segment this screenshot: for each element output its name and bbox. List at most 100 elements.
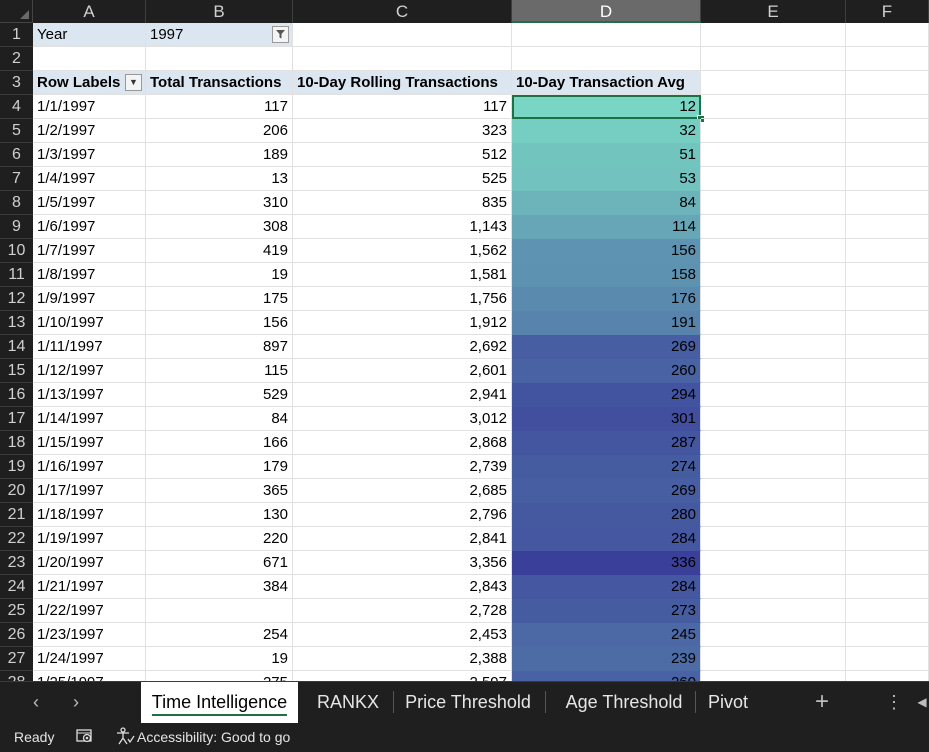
dropdown-icon[interactable]: ▼ — [125, 74, 142, 91]
total-transactions-cell[interactable]: 310 — [146, 191, 293, 215]
filter-label[interactable]: Year — [33, 23, 146, 47]
row-header[interactable]: 5 — [0, 119, 33, 143]
rolling-transactions-cell[interactable]: 525 — [293, 167, 512, 191]
empty-cell[interactable] — [293, 47, 512, 71]
empty-cell[interactable] — [701, 71, 846, 95]
row-label-date[interactable]: 1/24/1997 — [33, 647, 146, 671]
empty-cell[interactable] — [701, 455, 846, 479]
avg-transaction-cell[interactable]: 239 — [512, 647, 701, 671]
total-transactions-cell[interactable]: 175 — [146, 287, 293, 311]
total-transactions-cell[interactable]: 419 — [146, 239, 293, 263]
empty-cell[interactable] — [701, 191, 846, 215]
empty-cell[interactable] — [846, 263, 929, 287]
total-transactions-cell[interactable]: 529 — [146, 383, 293, 407]
rolling-transactions-cell[interactable]: 1,581 — [293, 263, 512, 287]
row-label-date[interactable]: 1/1/1997 — [33, 95, 146, 119]
empty-cell[interactable] — [846, 143, 929, 167]
plus-icon[interactable]: + — [812, 690, 832, 714]
empty-cell[interactable] — [846, 23, 929, 47]
column-header-b[interactable]: B — [146, 0, 293, 23]
rolling-transactions-cell[interactable]: 117 — [293, 95, 512, 119]
empty-cell[interactable] — [701, 23, 846, 47]
empty-cell[interactable] — [846, 239, 929, 263]
chevron-right-icon[interactable]: › — [66, 690, 86, 714]
pivot-header-avg[interactable]: 10-Day Transaction Avg — [512, 71, 701, 95]
row-header[interactable]: 3 — [0, 71, 33, 95]
row-label-date[interactable]: 1/8/1997 — [33, 263, 146, 287]
empty-cell[interactable] — [701, 383, 846, 407]
empty-cell[interactable] — [846, 479, 929, 503]
total-transactions-cell[interactable]: 275 — [146, 671, 293, 681]
sheet-tab-rankx[interactable]: RANKX — [306, 682, 390, 723]
empty-cell[interactable] — [846, 167, 929, 191]
rolling-transactions-cell[interactable]: 2,941 — [293, 383, 512, 407]
row-label-date[interactable]: 1/7/1997 — [33, 239, 146, 263]
row-header[interactable]: 15 — [0, 359, 33, 383]
empty-cell[interactable] — [701, 407, 846, 431]
row-header[interactable]: 9 — [0, 215, 33, 239]
rolling-transactions-cell[interactable]: 3,356 — [293, 551, 512, 575]
empty-cell[interactable] — [846, 671, 929, 681]
row-header[interactable]: 21 — [0, 503, 33, 527]
accessibility-status[interactable]: Accessibility: Good to go — [137, 729, 290, 745]
rolling-transactions-cell[interactable]: 2,597 — [293, 671, 512, 681]
avg-transaction-cell[interactable]: 84 — [512, 191, 701, 215]
avg-transaction-cell[interactable]: 274 — [512, 455, 701, 479]
row-label-date[interactable]: 1/22/1997 — [33, 599, 146, 623]
row-label-date[interactable]: 1/23/1997 — [33, 623, 146, 647]
rolling-transactions-cell[interactable]: 2,796 — [293, 503, 512, 527]
total-transactions-cell[interactable]: 254 — [146, 623, 293, 647]
rolling-transactions-cell[interactable]: 2,692 — [293, 335, 512, 359]
avg-transaction-cell[interactable]: 273 — [512, 599, 701, 623]
avg-transaction-cell[interactable]: 260 — [512, 359, 701, 383]
empty-cell[interactable] — [846, 191, 929, 215]
empty-cell[interactable] — [846, 287, 929, 311]
row-header[interactable]: 22 — [0, 527, 33, 551]
row-header[interactable]: 25 — [0, 599, 33, 623]
empty-cell[interactable] — [846, 383, 929, 407]
total-transactions-cell[interactable]: 156 — [146, 311, 293, 335]
row-header[interactable]: 16 — [0, 383, 33, 407]
row-header[interactable]: 10 — [0, 239, 33, 263]
empty-cell[interactable] — [701, 575, 846, 599]
empty-cell[interactable] — [701, 671, 846, 681]
row-header[interactable]: 1 — [0, 23, 33, 47]
row-label-date[interactable]: 1/11/1997 — [33, 335, 146, 359]
avg-transaction-cell[interactable]: 301 — [512, 407, 701, 431]
rolling-transactions-cell[interactable]: 2,843 — [293, 575, 512, 599]
avg-transaction-cell[interactable]: 260 — [512, 671, 701, 681]
empty-cell[interactable] — [846, 551, 929, 575]
row-header[interactable]: 26 — [0, 623, 33, 647]
row-label-date[interactable]: 1/15/1997 — [33, 431, 146, 455]
rolling-transactions-cell[interactable]: 323 — [293, 119, 512, 143]
row-label-date[interactable]: 1/12/1997 — [33, 359, 146, 383]
total-transactions-cell[interactable]: 166 — [146, 431, 293, 455]
avg-transaction-cell[interactable]: 245 — [512, 623, 701, 647]
macro-record-icon[interactable] — [76, 727, 94, 748]
empty-cell[interactable] — [701, 119, 846, 143]
row-header[interactable]: 2 — [0, 47, 33, 71]
scroll-tabs-icon[interactable]: ◀ — [912, 690, 929, 714]
avg-transaction-cell[interactable]: 51 — [512, 143, 701, 167]
rolling-transactions-cell[interactable]: 2,728 — [293, 599, 512, 623]
accessibility-icon[interactable] — [115, 727, 135, 748]
total-transactions-cell[interactable]: 179 — [146, 455, 293, 479]
empty-cell[interactable] — [701, 95, 846, 119]
empty-cell[interactable] — [701, 287, 846, 311]
row-header[interactable]: 28 — [0, 671, 33, 681]
row-header[interactable]: 24 — [0, 575, 33, 599]
rolling-transactions-cell[interactable]: 1,912 — [293, 311, 512, 335]
select-all-button[interactable] — [0, 0, 33, 23]
empty-cell[interactable] — [846, 95, 929, 119]
row-label-date[interactable]: 1/20/1997 — [33, 551, 146, 575]
empty-cell[interactable] — [701, 431, 846, 455]
row-header[interactable]: 17 — [0, 407, 33, 431]
avg-transaction-cell[interactable]: 284 — [512, 575, 701, 599]
empty-cell[interactable] — [512, 23, 701, 47]
total-transactions-cell[interactable]: 117 — [146, 95, 293, 119]
avg-transaction-cell[interactable]: 53 — [512, 167, 701, 191]
pivot-header-total[interactable]: Total Transactions — [146, 71, 293, 95]
empty-cell[interactable] — [701, 335, 846, 359]
avg-transaction-cell[interactable]: 114 — [512, 215, 701, 239]
row-header[interactable]: 20 — [0, 479, 33, 503]
